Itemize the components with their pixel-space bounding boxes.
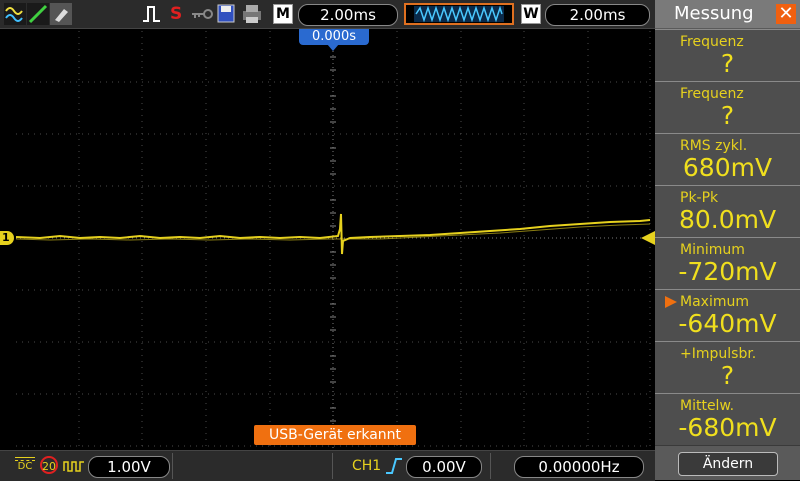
trigger-level-arrow-icon[interactable] (641, 231, 655, 245)
change-button[interactable]: Ändern (678, 452, 778, 476)
divider (332, 453, 333, 479)
trigger-position-marker[interactable]: 0.000s (299, 29, 369, 45)
tool-icon[interactable] (50, 3, 72, 25)
timebase-display[interactable]: 2.00ms (298, 4, 398, 26)
trigger-source-label[interactable]: CH1 (352, 458, 381, 474)
trigger-level-display[interactable]: 0.00V (406, 456, 482, 478)
acquire-mode-icon[interactable] (63, 459, 85, 473)
volts-per-div-display[interactable]: 1.00V (88, 456, 170, 478)
measurement-item[interactable]: Mittelw. -680mV (655, 393, 800, 446)
coupling-label: DC (17, 461, 33, 472)
coupling-dc-icon[interactable]: DC (15, 457, 35, 472)
measurement-value: -720mV (678, 257, 777, 286)
trigger-position-label: 0.000s (312, 29, 356, 44)
main-timebase-m-label: M (273, 4, 293, 24)
selection-arrow-icon (665, 296, 677, 308)
channel-1-marker-label: 1 (2, 231, 10, 244)
key-icon[interactable] (190, 3, 214, 25)
measurement-item[interactable]: Pk-Pk 80.0mV (655, 185, 800, 238)
measurement-item[interactable]: +Impulsbr. ? (655, 341, 800, 394)
s-icon[interactable]: S (170, 3, 182, 25)
waveform-display[interactable]: 0.000s 1 (0, 29, 655, 450)
window-timebase-display[interactable]: 2.00ms (545, 4, 650, 26)
status-message: USB-Gerät erkannt (254, 425, 416, 445)
trigger-position-arrow-icon (327, 44, 339, 51)
measurement-label: Pk-Pk (680, 190, 719, 206)
measurement-value: -640mV (678, 309, 777, 338)
bandwidth-limit-icon[interactable]: 20 (40, 456, 58, 474)
measurement-label: Frequenz (680, 34, 744, 50)
measurement-value: ? (720, 49, 735, 78)
measurement-value: 80.0mV (678, 205, 777, 234)
measurement-label: RMS zykl. (680, 138, 748, 154)
save-icon[interactable] (216, 3, 236, 25)
edit-icon[interactable] (27, 3, 49, 25)
panel-title: Messung (674, 3, 754, 24)
bottom-status-bar: DC 20 1.00V CH1 0.00V 0.00000Hz (0, 450, 655, 481)
panel-header: Messung ✕ (655, 0, 800, 28)
measurement-item[interactable]: Minimum -720mV (655, 237, 800, 290)
measurement-panel: Messung ✕ Frequenz ? Frequenz ? RMS zykl… (655, 0, 800, 480)
measurement-item[interactable]: Frequenz ? (655, 81, 800, 134)
graticule (15, 31, 651, 448)
measurement-value: ? (720, 361, 735, 390)
measurement-label: +Impulsbr. (680, 346, 757, 362)
top-toolbar: S M 2.00ms W 2.00ms (0, 0, 655, 29)
measurement-value: ? (720, 101, 735, 130)
measurement-label: Frequenz (680, 86, 744, 102)
measurement-label: Maximum (680, 294, 749, 310)
divider (172, 453, 173, 479)
measurement-label: Minimum (680, 242, 745, 258)
frequency-counter-display: 0.00000Hz (514, 456, 644, 478)
divider (490, 453, 491, 479)
measurement-label: Mittelw. (680, 398, 735, 414)
waveform-overview-icon[interactable] (404, 3, 514, 25)
measurement-item[interactable]: RMS zykl. 680mV (655, 133, 800, 186)
measurement-value: 680mV (682, 153, 773, 182)
rising-edge-icon[interactable] (385, 457, 403, 475)
measurement-item[interactable]: Frequenz ? (655, 29, 800, 82)
close-icon: ✕ (778, 3, 794, 24)
bandwidth-limit-label: 20 (42, 460, 56, 473)
channel-1-marker[interactable]: 1 (0, 231, 14, 245)
wave-icon[interactable] (4, 3, 26, 25)
window-timebase-w-label: W (521, 4, 541, 24)
print-icon[interactable] (240, 3, 264, 25)
close-button[interactable]: ✕ (776, 4, 796, 24)
trigger-pulse-icon[interactable] (142, 3, 162, 25)
measurement-value: -680mV (678, 413, 777, 442)
measurement-item-selected[interactable]: Maximum -640mV (655, 289, 800, 342)
